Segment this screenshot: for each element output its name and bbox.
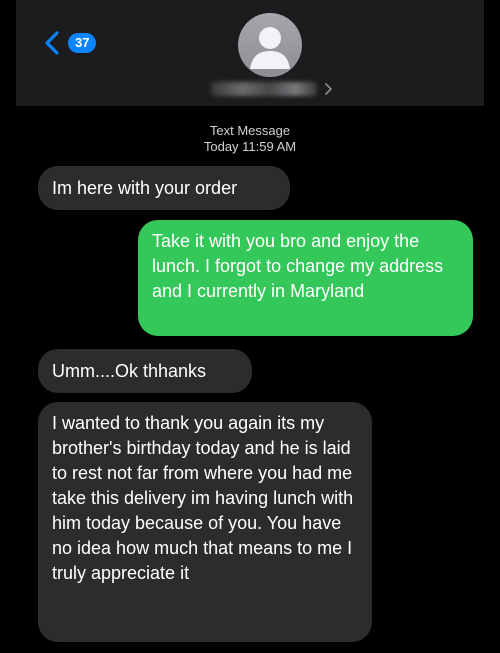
unread-count-badge: 37 — [68, 33, 97, 53]
service-label: Text Message — [209, 123, 291, 138]
back-button[interactable]: 37 — [40, 30, 97, 56]
redacted-contact-name — [211, 82, 317, 96]
conversation-header: 37 — [16, 0, 484, 106]
contact-name-button[interactable] — [211, 82, 333, 96]
contact-avatar-icon — [250, 27, 290, 69]
thread-timestamp: Today 11:59 AM — [203, 139, 297, 154]
chevron-left-icon — [45, 31, 59, 55]
message-bubble-incoming[interactable]: I wanted to thank you again its my broth… — [38, 402, 372, 642]
message-bubble-incoming[interactable]: Im here with your order — [38, 166, 290, 210]
contact-avatar[interactable] — [238, 13, 302, 77]
message-bubble-outgoing[interactable]: Take it with you bro and enjoy the lunch… — [138, 220, 473, 336]
message-bubble-incoming[interactable]: Umm....Ok thhanks — [38, 349, 252, 393]
chevron-right-icon — [325, 83, 333, 95]
